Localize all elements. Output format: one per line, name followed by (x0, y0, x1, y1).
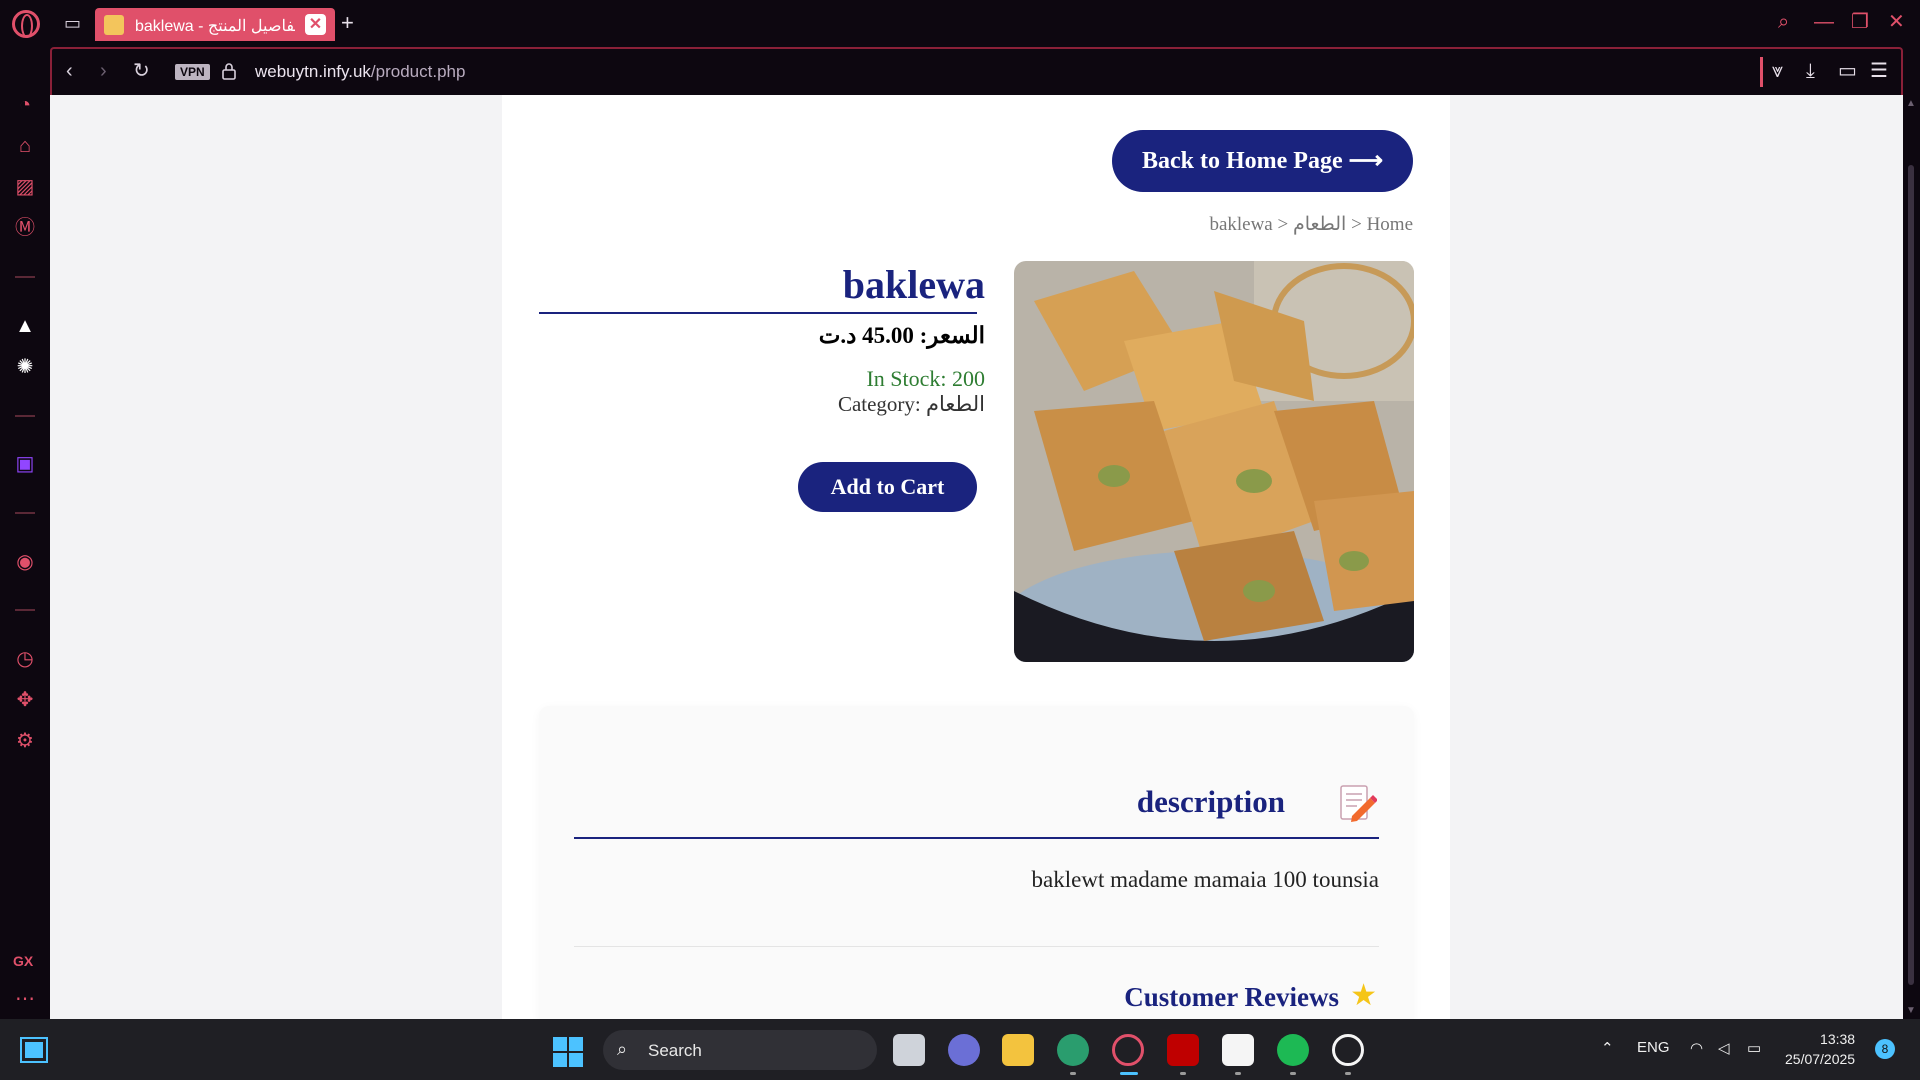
reviews-heading: Customer Reviews (1124, 982, 1339, 1012)
opera-gx-taskbar-icon[interactable] (1112, 1034, 1144, 1066)
sidebar-divider (15, 609, 35, 611)
download-icon[interactable]: ⤓ (1806, 61, 1815, 81)
file-explorer-icon[interactable] (1002, 1034, 1034, 1066)
edge-icon[interactable] (1057, 1034, 1089, 1066)
address-bar: ‹ › ↻ VPN webuytn.infy.uk/product.php ⩔ … (50, 47, 1903, 95)
gx-corner-icon[interactable]: ▨ (13, 175, 37, 199)
windows-taskbar: ⌕ Search ⌃ ENG ◠ ◁ ▭ 13:38 25/07/2025 8 (0, 1019, 1920, 1080)
url-path: /product.php (370, 62, 466, 81)
product-page: Back to Home Page ⟶ Home < الطعام < bakl… (502, 95, 1450, 1019)
volume-icon[interactable]: ◁ (1718, 1039, 1730, 1057)
task-view-icon[interactable] (893, 1034, 925, 1066)
add-to-cart-button[interactable]: Add to Cart (798, 462, 977, 512)
running-indicator (1180, 1072, 1186, 1075)
product-title: baklewa (842, 262, 985, 307)
reload-icon[interactable]: ↻ (133, 61, 150, 81)
product-price: السعر: 45.00 د.ت (818, 323, 985, 348)
description-text: baklewt madame mamaia 100 tounsia (1031, 867, 1379, 892)
memo-pencil-icon (1340, 785, 1377, 822)
running-indicator (1070, 1072, 1076, 1075)
page-viewport: Back to Home Page ⟶ Home < الطعام < bakl… (50, 95, 1903, 1019)
toolbar-divider (1760, 57, 1763, 87)
url-domain: webuytn.infy.uk (255, 62, 371, 81)
tab-favicon-icon (104, 15, 124, 35)
history-icon[interactable]: ◷ (13, 647, 37, 671)
star-icon: ★ (1350, 979, 1377, 1012)
lock-icon[interactable] (222, 62, 236, 80)
extensions-icon[interactable]: ✥ (13, 688, 37, 712)
clock-date: 25/07/2025 (1785, 1051, 1856, 1067)
running-indicator (1120, 1072, 1138, 1075)
sidebar-divider (15, 276, 35, 278)
widgets-icon[interactable] (20, 1037, 48, 1063)
search-label: Search (648, 1041, 702, 1060)
search-icon: ⌕ (617, 1039, 628, 1059)
app-cube-icon[interactable] (1222, 1034, 1254, 1066)
wifi-icon[interactable]: ◠ (1690, 1039, 1703, 1057)
player-icon[interactable]: ◉ (13, 550, 37, 574)
section-divider (574, 946, 1379, 947)
running-indicator (1235, 1072, 1241, 1075)
back-to-home-button[interactable]: Back to Home Page ⟶ (1112, 130, 1413, 192)
close-window-icon[interactable]: ✕ (1888, 12, 1905, 32)
gx-control-icon[interactable]: ◔ (13, 93, 37, 117)
running-indicator (1290, 1072, 1296, 1075)
system-clock[interactable]: 13:38 25/07/2025 (1785, 1029, 1855, 1069)
easy-setup-icon[interactable]: ☰ (1870, 61, 1888, 81)
clock-time: 13:38 (1820, 1031, 1856, 1047)
music-m-icon[interactable]: Ⓜ (13, 216, 37, 240)
aria-icon[interactable]: ▲ (13, 314, 37, 338)
gx-cleaner-icon[interactable]: ⌂ (13, 134, 37, 158)
tab-product[interactable]: baklewa - تفاصيل المنتج ✕ (95, 8, 335, 41)
description-section: description baklewt madame mamaia 100 to… (539, 706, 1414, 1019)
description-underline (574, 837, 1379, 839)
language-indicator[interactable]: ENG (1637, 1039, 1670, 1056)
tab-close-icon[interactable]: ✕ (305, 14, 326, 35)
product-category: Category: الطعام (837, 392, 985, 416)
sidebar-divider (15, 415, 35, 417)
teams-icon[interactable] (948, 1034, 980, 1066)
title-underline (539, 312, 977, 314)
url-field[interactable]: webuytn.infy.uk/product.php (255, 62, 465, 82)
new-tab-button[interactable]: + (341, 10, 354, 36)
tray-overflow-icon[interactable]: ⌃ (1601, 1039, 1614, 1057)
minimize-icon[interactable]: — (1814, 12, 1834, 32)
chatgpt-icon[interactable]: ✺ (13, 355, 37, 379)
start-windows-icon[interactable] (553, 1037, 583, 1067)
breadcrumb[interactable]: Home < الطعام < baklewa (1209, 213, 1413, 236)
vpn-badge[interactable]: VPN (175, 64, 210, 80)
extension-icon[interactable]: ⩔ (1772, 61, 1783, 81)
running-indicator (1345, 1072, 1351, 1075)
gx-label[interactable]: GX (13, 953, 33, 969)
settings-gear-icon[interactable]: ⚙ (13, 729, 37, 753)
browser-tab-bar: ▭ baklewa - تفاصيل المنتج ✕ + ⌕ — ❐ ✕ (0, 0, 1920, 47)
notification-badge[interactable]: 8 (1875, 1039, 1895, 1059)
scroll-down-icon[interactable]: ▼ (1906, 1005, 1916, 1016)
description-heading: description (1136, 784, 1285, 819)
battery-icon[interactable]: ▭ (1747, 1039, 1761, 1057)
app-ring-icon[interactable] (1332, 1034, 1364, 1066)
forward-nav-icon[interactable]: › (100, 61, 107, 81)
more-icon[interactable]: ⋯ (13, 987, 37, 1011)
stock-status: In Stock: 200 (866, 366, 985, 391)
sidebar-divider (15, 512, 35, 514)
filezilla-icon[interactable] (1167, 1034, 1199, 1066)
gamepad-icon[interactable]: ▭ (64, 14, 81, 32)
back-nav-icon[interactable]: ‹ (66, 61, 73, 81)
battery-saver-icon[interactable]: ▭ (1838, 61, 1857, 81)
browser-sidebar: ◔ ⌂ ▨ Ⓜ ▲ ✺ ▣ ◉ ◷ ✥ ⚙ GX ⋯ (0, 47, 50, 1019)
twitch-icon[interactable]: ▣ (13, 452, 37, 476)
taskbar-search[interactable]: ⌕ Search (603, 1030, 877, 1070)
product-image (1014, 261, 1414, 662)
tab-title: baklewa - تفاصيل المنتج (135, 18, 295, 35)
search-tabs-icon[interactable]: ⌕ (1778, 12, 1789, 32)
scrollbar-thumb[interactable] (1908, 165, 1914, 985)
spotify-icon[interactable] (1277, 1034, 1309, 1066)
opera-gx-logo-icon[interactable] (12, 10, 40, 38)
restore-icon[interactable]: ❐ (1851, 12, 1869, 32)
scroll-up-icon[interactable]: ▲ (1906, 98, 1916, 109)
